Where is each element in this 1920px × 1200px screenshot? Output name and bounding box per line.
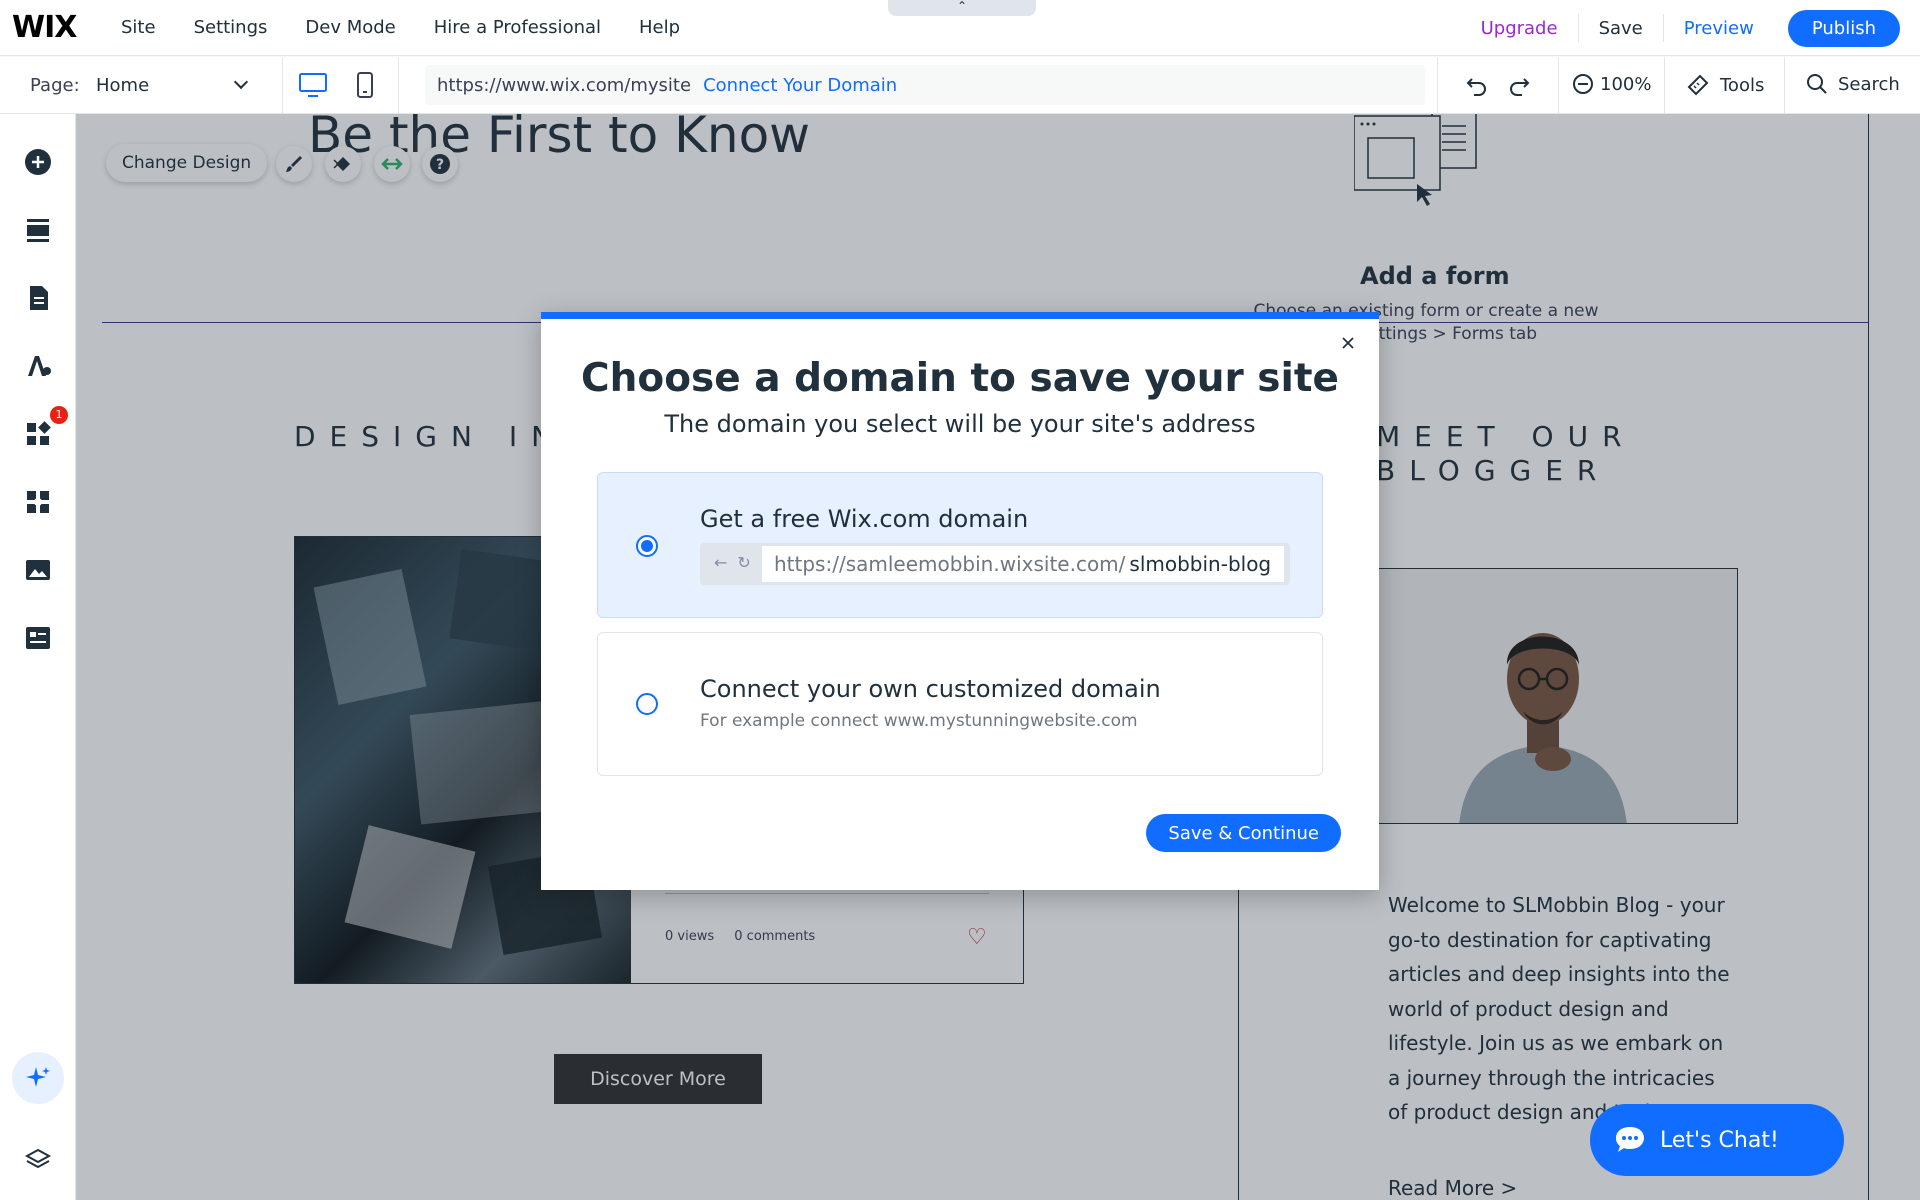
zoom-control[interactable]: 100% [1572, 73, 1651, 95]
ai-assistant-button[interactable] [12, 1052, 64, 1104]
divider [1558, 57, 1559, 114]
save-button[interactable]: Save [1579, 18, 1663, 39]
menu-hire-professional[interactable]: Hire a Professional [415, 17, 620, 38]
preview-button[interactable]: Preview [1664, 18, 1774, 39]
left-rail: 1 [0, 114, 76, 1200]
notification-badge: 1 [50, 406, 68, 424]
connect-domain-link[interactable]: Connect Your Domain [703, 75, 897, 96]
top-actions: Upgrade Save Preview Publish [1461, 0, 1900, 56]
sparkle-icon [26, 1067, 50, 1087]
tools-button[interactable]: Tools [1686, 73, 1764, 97]
dialog-accent-bar [541, 312, 1379, 319]
site-url-bar: https://www.wix.com/mysite Connect Your … [425, 65, 1425, 105]
search-icon [1807, 74, 1827, 94]
search-button[interactable]: Search [1806, 73, 1900, 95]
media-icon[interactable] [24, 556, 52, 584]
add-elements-icon[interactable] [24, 148, 52, 176]
page-selector-value: Home [96, 75, 150, 96]
divider [282, 57, 283, 114]
page-selector[interactable]: Home [96, 74, 249, 96]
chat-label: Let's Chat! [1660, 1127, 1779, 1153]
custom-domain-title: Connect your own customized domain [700, 675, 1161, 703]
ruler-icon [1687, 74, 1709, 96]
search-label: Search [1838, 73, 1900, 95]
layers-icon[interactable] [24, 1146, 52, 1174]
sections-icon[interactable] [24, 216, 52, 244]
pages-icon[interactable] [24, 284, 52, 312]
divider [398, 57, 399, 114]
site-url: https://www.wix.com/mysite [437, 74, 692, 96]
page-label: Page: [30, 75, 80, 96]
apps-icon[interactable] [24, 420, 52, 448]
menu-help[interactable]: Help [620, 17, 699, 38]
menu-settings[interactable]: Settings [175, 17, 287, 38]
dialog-title: Choose a domain to save your site [581, 356, 1339, 401]
mobile-view-icon[interactable] [354, 71, 376, 99]
upgrade-button[interactable]: Upgrade [1461, 18, 1578, 39]
zoom-out-icon [1573, 74, 1593, 94]
dialog-subtitle: The domain you select will be your site'… [664, 410, 1256, 438]
undo-icon[interactable] [1464, 73, 1490, 99]
chevron-down-icon [233, 74, 249, 90]
option-custom-domain[interactable]: Connect your own customized domain For e… [597, 632, 1323, 776]
free-domain-title: Get a free Wix.com domain [700, 505, 1029, 533]
cms-icon[interactable] [24, 624, 52, 652]
wix-logo: WIX [12, 10, 77, 45]
menu-dev-mode[interactable]: Dev Mode [286, 17, 414, 38]
menu-site[interactable]: Site [102, 17, 175, 38]
desktop-view-icon[interactable] [298, 71, 328, 99]
custom-domain-description: For example connect www.mystunningwebsit… [700, 711, 1138, 731]
refresh-icon: ↻ [737, 553, 751, 572]
zoom-level: 100% [1600, 73, 1652, 95]
browser-nav: ← ↻ [714, 553, 751, 572]
choose-domain-dialog: Choose a domain to save your site The do… [541, 312, 1379, 890]
save-continue-button[interactable]: Save & Continue [1146, 814, 1341, 852]
chat-widget-button[interactable]: Let's Chat! [1590, 1104, 1844, 1176]
option-free-domain[interactable]: Get a free Wix.com domain ← ↻ https://sa… [597, 472, 1323, 618]
chevron-up-icon: ⌃ [956, 0, 968, 13]
divider [1664, 57, 1665, 114]
divider [1784, 57, 1785, 114]
domain-field: ← ↻ https://samleemobbin.wixsite.com/ sl… [700, 543, 1290, 585]
domain-base-url: https://samleemobbin.wixsite.com/ [774, 552, 1126, 576]
free-domain-radio[interactable] [636, 535, 658, 557]
editor-toolbar: Page: Home https://www.wix.com/mysite Co… [0, 57, 1920, 114]
arrow-left-icon: ← [714, 553, 728, 572]
close-icon[interactable] [1339, 334, 1357, 352]
publish-button[interactable]: Publish [1787, 9, 1900, 47]
tools-label: Tools [1720, 74, 1765, 96]
redo-icon[interactable] [1506, 73, 1532, 99]
top-bar: WIX Site Settings Dev Mode Hire a Profes… [0, 0, 1920, 56]
main-menu: Site Settings Dev Mode Hire a Profession… [102, 17, 699, 38]
divider [1437, 57, 1438, 114]
collapse-toolbar-tab[interactable]: ⌃ [888, 0, 1036, 16]
chat-bubble-icon [1616, 1127, 1644, 1152]
domain-slug[interactable]: slmobbin-blog [1129, 552, 1271, 576]
custom-domain-radio[interactable] [636, 693, 658, 715]
domain-name-input[interactable]: https://samleemobbin.wixsite.com/ slmobb… [762, 546, 1284, 582]
business-tools-icon[interactable] [24, 488, 52, 516]
design-icon[interactable] [24, 352, 52, 380]
